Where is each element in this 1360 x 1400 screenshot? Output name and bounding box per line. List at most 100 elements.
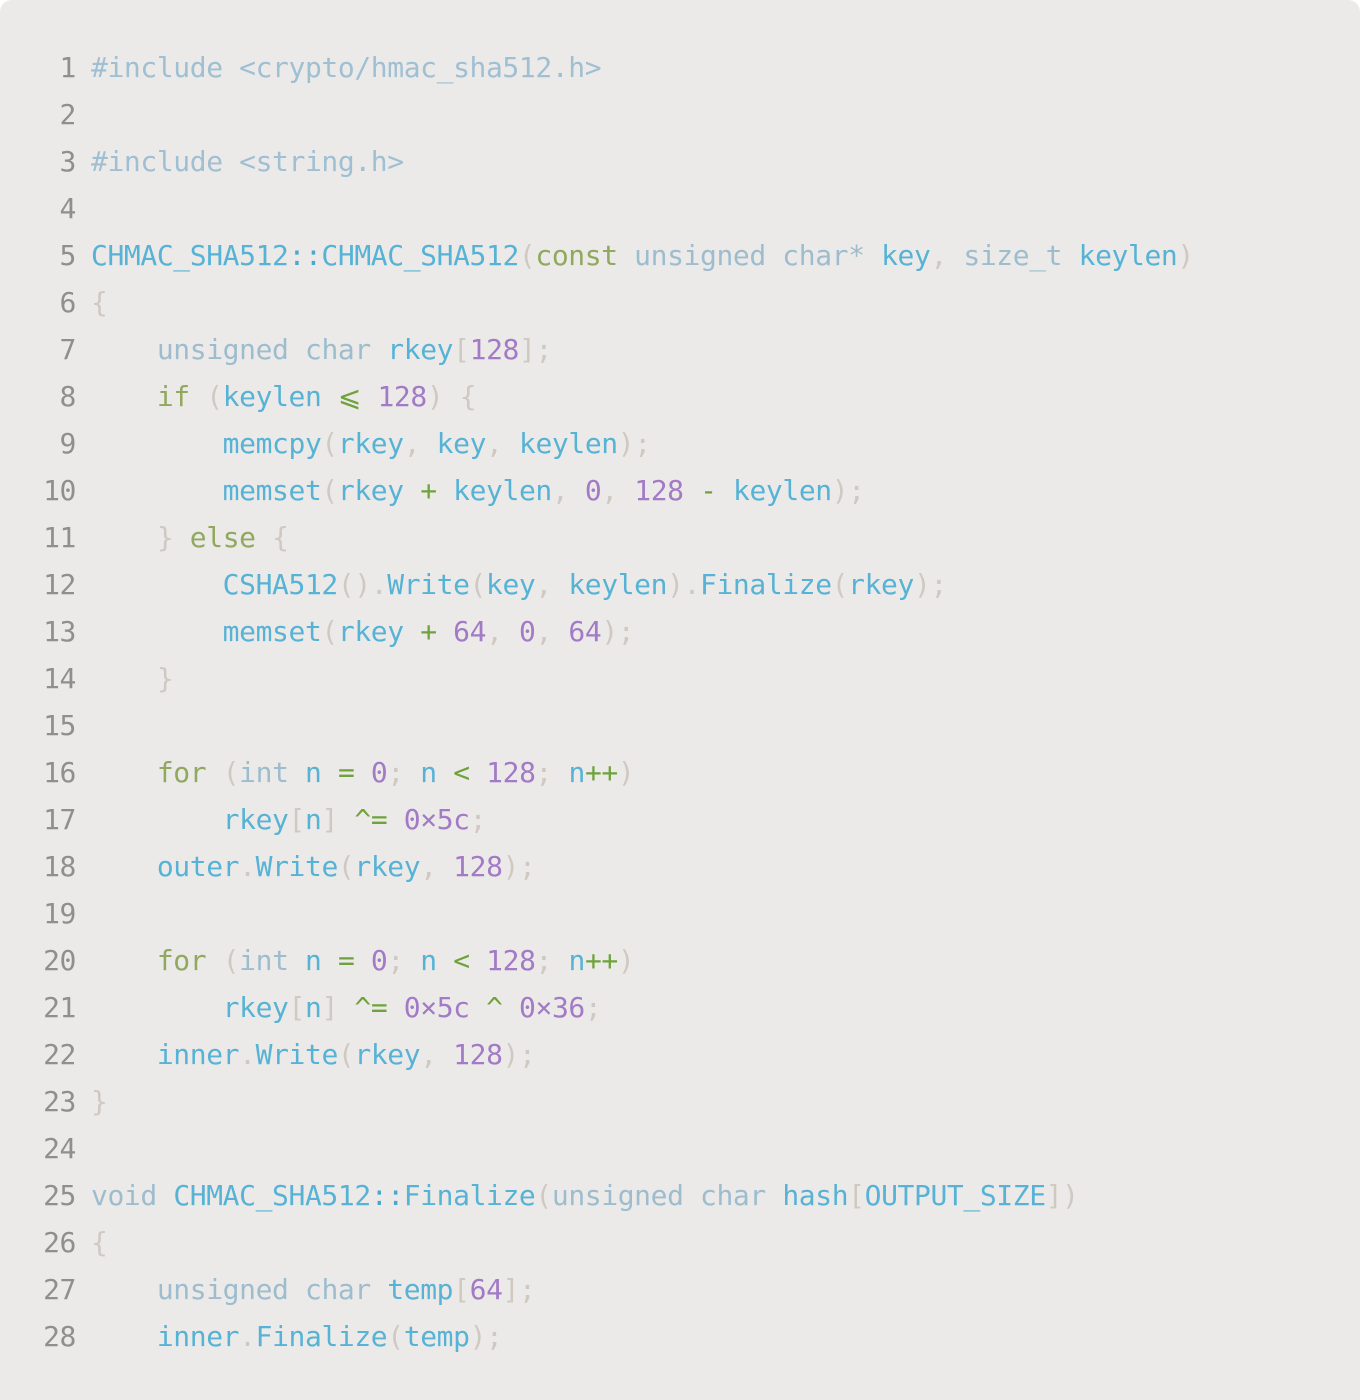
code-line[interactable]: 5 CHMAC_SHA512::CHMAC_SHA512(const unsign… xyxy=(0,232,1360,279)
code-token: 0 xyxy=(370,756,388,789)
code-token: keylen xyxy=(518,427,618,460)
code-line[interactable]: 1 #include <crypto/hmac_sha512.h> xyxy=(0,44,1360,91)
code-token: ); xyxy=(502,850,536,883)
code-line[interactable]: 12 CSHA512().Write(key, keylen).Finalize… xyxy=(0,561,1360,608)
line-number: 21 xyxy=(43,991,76,1024)
code-editor[interactable]: 1 #include <crypto/hmac_sha512.h> 2 3 #inclu… xyxy=(0,0,1360,1400)
code-line[interactable]: 25 void CHMAC_SHA512::Finalize(unsigned c… xyxy=(0,1172,1360,1219)
line-source: memset(rkey + 64, 0, 64); xyxy=(76,608,635,655)
code-token: , xyxy=(486,615,503,648)
code-token: 0 xyxy=(584,474,602,507)
code-token: rkey xyxy=(337,427,404,460)
code-line[interactable]: 24 xyxy=(0,1125,1360,1172)
line-number: 17 xyxy=(43,803,76,836)
line-number: 2 xyxy=(59,98,77,131)
code-line[interactable]: 2 xyxy=(0,91,1360,138)
code-line[interactable]: 13 memset(rkey + 64, 0, 64); xyxy=(0,608,1360,655)
code-token: ( xyxy=(469,568,487,601)
code-token: #include <string.h> xyxy=(91,145,404,178)
code-token: key xyxy=(486,568,536,601)
code-line[interactable]: 7 unsigned char rkey[128]; xyxy=(0,326,1360,373)
code-line[interactable]: 20 for (int n = 0; n < 128; n++) xyxy=(0,937,1360,984)
code-line[interactable]: 3 #include <string.h> xyxy=(0,138,1360,185)
code-token: = xyxy=(337,944,355,977)
code-token: #include <crypto/hmac_sha512.h> xyxy=(91,51,602,84)
code-line[interactable]: 19 xyxy=(0,890,1360,937)
code-token: OUTPUT_SIZE xyxy=(864,1179,1046,1212)
code-token: , xyxy=(551,474,569,507)
line-number: 25 xyxy=(43,1179,76,1212)
code-line[interactable]: 28 inner.Finalize(temp); xyxy=(0,1313,1360,1360)
line-number: 20 xyxy=(43,944,76,977)
line-source: CSHA512().Write(key, keylen).Finalize(rk… xyxy=(76,561,948,608)
code-line[interactable]: 8 if (keylen ⩽ 128) { xyxy=(0,373,1360,420)
code-token: ^ xyxy=(486,991,503,1024)
line-source: { xyxy=(76,279,108,326)
code-token: * xyxy=(848,239,865,272)
line-source: { xyxy=(76,1219,108,1266)
code-token: ); xyxy=(913,568,947,601)
line-number: 22 xyxy=(43,1038,76,1071)
code-token: [ xyxy=(848,1179,865,1212)
code-token: rkey xyxy=(354,850,421,883)
code-token: ( xyxy=(535,1179,552,1212)
code-line[interactable]: 17 rkey[n] ^= 0×5c; xyxy=(0,796,1360,843)
code-token: [ xyxy=(288,991,306,1024)
code-line[interactable]: 4 xyxy=(0,185,1360,232)
code-line[interactable]: 15 xyxy=(0,702,1360,749)
code-token: memcpy xyxy=(222,427,322,460)
code-area[interactable]: 1 #include <crypto/hmac_sha512.h> 2 3 #inclu… xyxy=(0,44,1360,1360)
code-token: } xyxy=(156,662,174,695)
code-line[interactable]: 27 unsigned char temp[64]; xyxy=(0,1266,1360,1313)
code-line[interactable]: 26 { xyxy=(0,1219,1360,1266)
line-source xyxy=(76,702,91,749)
code-line[interactable]: 11 } else { xyxy=(0,514,1360,561)
line-source: if (keylen ⩽ 128) { xyxy=(76,373,477,420)
code-token: , xyxy=(420,850,437,883)
code-line[interactable]: 10 memset(rkey + keylen, 0, 128 - keylen… xyxy=(0,467,1360,514)
code-token: ) xyxy=(426,380,444,413)
code-line[interactable]: 9 memcpy(rkey, key, keylen); xyxy=(0,420,1360,467)
line-number: 26 xyxy=(43,1226,76,1259)
code-token: , xyxy=(486,427,503,460)
code-token: ( xyxy=(831,568,849,601)
code-token: CHMAC_SHA512 xyxy=(321,239,519,272)
code-token: n xyxy=(568,756,585,789)
code-token: 128 xyxy=(469,333,520,366)
code-token: unsigned xyxy=(156,1273,289,1306)
code-token: CHMAC_SHA512 xyxy=(173,1179,371,1212)
code-line[interactable]: 23} xyxy=(0,1078,1360,1125)
code-line[interactable]: 18 outer.Write(rkey, 128); xyxy=(0,843,1360,890)
code-token: keylen xyxy=(453,474,552,507)
code-line[interactable]: 14 } xyxy=(0,655,1360,702)
code-line[interactable]: 22 inner.Write(rkey, 128); xyxy=(0,1031,1360,1078)
code-token: CSHA512 xyxy=(222,568,339,601)
code-line[interactable]: 21 rkey[n] ^= 0×5c ^ 0×36; xyxy=(0,984,1360,1031)
line-number: 9 xyxy=(59,427,77,460)
code-token: n xyxy=(304,803,322,836)
code-token: - xyxy=(700,474,717,507)
code-line[interactable]: 16 for (int n = 0; n < 128; n++) xyxy=(0,749,1360,796)
code-line[interactable]: 6{ xyxy=(0,279,1360,326)
line-source xyxy=(76,91,91,138)
code-token: 128 xyxy=(453,850,503,883)
